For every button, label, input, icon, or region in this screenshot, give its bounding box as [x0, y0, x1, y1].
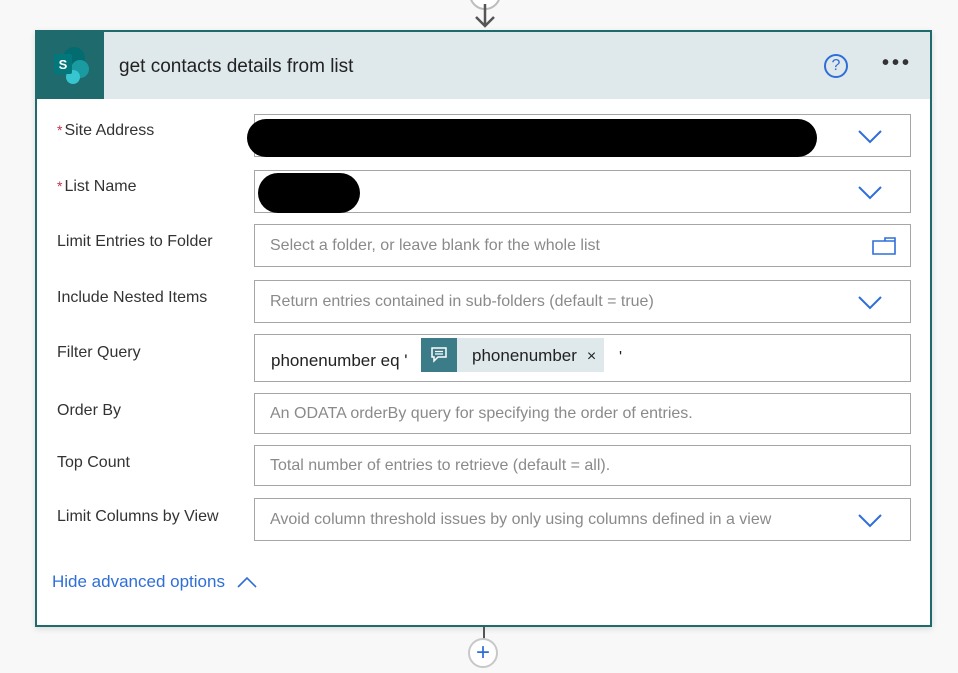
- svg-text:S: S: [58, 57, 67, 72]
- field-limit-columns-by-view: Limit Columns by View Avoid column thres…: [37, 498, 930, 542]
- dynamic-content-icon: [421, 338, 457, 372]
- top-count-input[interactable]: Total number of entries to retrieve (def…: [254, 445, 911, 486]
- field-site-address: * Site Address: [37, 112, 930, 157]
- required-marker: *: [57, 178, 63, 194]
- filter-query-input[interactable]: phonenumber eq ' phonenumber × ': [254, 334, 911, 382]
- placeholder: Select a folder, or leave blank for the …: [270, 237, 600, 254]
- field-label: Limit Entries to Folder: [57, 233, 213, 250]
- field-top-count: Top Count Total number of entries to ret…: [37, 445, 930, 487]
- list-name-dropdown[interactable]: [254, 170, 911, 213]
- sharepoint-logo-icon: S: [37, 32, 104, 99]
- field-limit-entries-to-folder: Limit Entries to Folder Select a folder,…: [37, 223, 930, 268]
- field-filter-query: Filter Query phonenumber eq ' phonenumbe…: [37, 334, 930, 382]
- more-options-icon[interactable]: •••: [882, 52, 912, 75]
- help-icon[interactable]: ?: [824, 54, 848, 78]
- action-card: S get contacts details from list ? ••• *…: [35, 30, 932, 627]
- chevron-down-icon[interactable]: [858, 130, 882, 144]
- card-title[interactable]: get contacts details from list: [119, 56, 353, 78]
- filter-query-text: phonenumber eq ': [271, 351, 408, 370]
- arrow-down-icon: [475, 4, 495, 28]
- order-by-input[interactable]: An ODATA orderBy query for specifying th…: [254, 393, 911, 434]
- chevron-down-icon[interactable]: [858, 186, 882, 200]
- nested-items-dropdown[interactable]: Return entries contained in sub-folders …: [254, 280, 911, 323]
- field-label: Order By: [57, 402, 122, 419]
- folder-icon[interactable]: [871, 236, 897, 256]
- hide-advanced-options-link[interactable]: Hide advanced options: [52, 572, 257, 592]
- add-step-button[interactable]: +: [468, 638, 498, 668]
- placeholder: Total number of entries to retrieve (def…: [270, 457, 611, 474]
- field-label: Filter Query: [57, 344, 141, 361]
- card-header[interactable]: S get contacts details from list ? •••: [37, 32, 930, 99]
- remove-token-icon[interactable]: ×: [587, 338, 604, 372]
- dynamic-content-token[interactable]: phonenumber ×: [421, 338, 605, 372]
- chevron-down-icon[interactable]: [858, 296, 882, 310]
- token-label: phonenumber: [472, 346, 577, 365]
- field-label: Top Count: [57, 454, 130, 471]
- required-marker: *: [57, 122, 63, 138]
- field-label: * List Name: [57, 178, 137, 195]
- hide-advanced-options-label: Hide advanced options: [52, 572, 225, 591]
- placeholder: Avoid column threshold issues by only us…: [270, 511, 772, 528]
- site-address-dropdown[interactable]: [247, 114, 911, 157]
- placeholder: An ODATA orderBy query for specifying th…: [270, 405, 693, 422]
- redaction-mark: [247, 119, 817, 157]
- limit-columns-dropdown[interactable]: Avoid column threshold issues by only us…: [254, 498, 911, 541]
- field-include-nested-items: Include Nested Items Return entries cont…: [37, 279, 930, 324]
- placeholder: Return entries contained in sub-folders …: [270, 293, 654, 310]
- field-label: Include Nested Items: [57, 289, 208, 306]
- field-label: * Site Address: [57, 122, 155, 139]
- filter-query-suffix: ': [619, 349, 623, 366]
- folder-input[interactable]: Select a folder, or leave blank for the …: [254, 224, 911, 267]
- field-order-by: Order By An ODATA orderBy query for spec…: [37, 393, 930, 435]
- chevron-down-icon[interactable]: [858, 514, 882, 528]
- field-label: Limit Columns by View: [57, 508, 219, 525]
- chevron-up-icon: [237, 576, 257, 588]
- field-list-name: * List Name: [37, 168, 930, 213]
- redaction-mark: [258, 173, 360, 213]
